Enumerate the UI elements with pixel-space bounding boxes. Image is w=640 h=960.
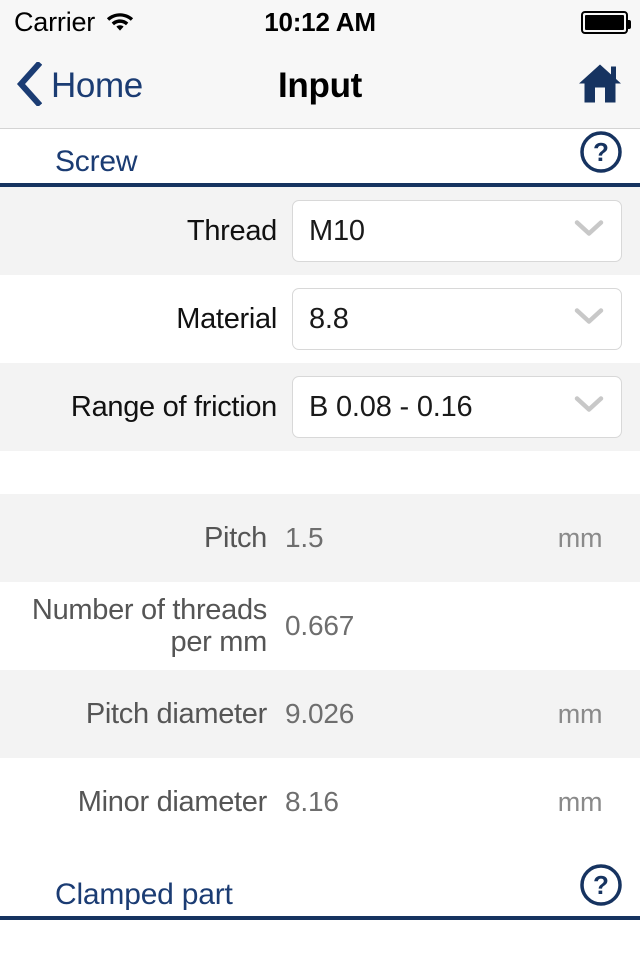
row-label-thread: Thread: [186, 214, 277, 247]
pitch-diameter-unit: mm: [557, 698, 603, 729]
chevron-down-icon: [574, 220, 604, 243]
minor-diameter-unit: mm: [557, 786, 603, 817]
row-control-thread: M10: [292, 200, 640, 262]
row-minor-diameter: Minor diameter 8.16 mm: [0, 758, 640, 846]
chevron-down-icon: [574, 308, 604, 331]
thread-select-value: M10: [309, 214, 365, 247]
status-bar: Carrier 10:12 AM: [0, 0, 640, 44]
row-pitch-diameter: Pitch diameter 9.026 mm: [0, 670, 640, 758]
row-control-number-of-threads-per-mm: 0.667: [282, 610, 640, 642]
row-label-number-of-threads-per-mm: Number of threads per mm: [31, 593, 267, 658]
chevron-down-icon: [574, 396, 604, 419]
thread-select[interactable]: M10: [292, 200, 622, 262]
help-circle-icon[interactable]: ?: [578, 129, 624, 175]
number-of-threads-per-mm-value: 0.667: [285, 610, 355, 641]
row-label-minor-diameter: Minor diameter: [77, 785, 268, 818]
battery-nub: [628, 19, 631, 29]
row-thread: Thread M10: [0, 187, 640, 275]
section-title-clamped-part: Clamped part: [55, 878, 233, 911]
battery-full-icon: [581, 10, 631, 34]
pitch-diameter-value: 9.026: [285, 698, 355, 729]
row-control-pitch-diameter: 9.026 mm: [282, 698, 640, 730]
row-pitch: Pitch 1.5 mm: [0, 494, 640, 582]
row-range-of-friction: Range of friction B 0.08 - 0.16: [0, 363, 640, 451]
row-number-of-threads-per-mm: Number of threads per mm 0.667: [0, 582, 640, 670]
material-select-value: 8.8: [309, 302, 349, 335]
status-bar-right: [581, 0, 631, 44]
row-label-pitch: Pitch: [204, 521, 267, 554]
range-of-friction-select[interactable]: B 0.08 - 0.16: [292, 376, 622, 438]
nav-bar: Home Input: [0, 44, 640, 129]
svg-text:?: ?: [593, 137, 609, 167]
chevron-left-icon: [16, 60, 43, 111]
row-label-material: Material: [176, 302, 277, 335]
input-form: Screw ? Thread M10 Material 8.8 Range of…: [0, 129, 640, 959]
home-button[interactable]: [578, 63, 622, 110]
row-label-pitch-diameter: Pitch diameter: [85, 697, 267, 730]
status-bar-time: 10:12 AM: [264, 6, 376, 37]
row-control-pitch: 1.5 mm: [282, 522, 640, 554]
section-gap: [0, 451, 640, 494]
row-control-material: 8.8: [292, 288, 640, 350]
material-select[interactable]: 8.8: [292, 288, 622, 350]
battery-fill: [585, 14, 624, 30]
pitch-value: 1.5: [285, 522, 324, 553]
section-gap-2: [0, 846, 640, 862]
row-label-range-of-friction: Range of friction: [70, 390, 277, 423]
range-of-friction-select-value: B 0.08 - 0.16: [309, 390, 473, 423]
help-circle-icon[interactable]: ?: [578, 862, 624, 908]
section-header-screw: Screw ?: [0, 129, 640, 187]
app-screen: Carrier 10:12 AM Home Input Screw ? Thre…: [0, 0, 640, 960]
row-control-range-of-friction: B 0.08 - 0.16: [292, 376, 640, 438]
pitch-unit: mm: [557, 522, 603, 553]
section-header-clamped-part: Clamped part ?: [0, 862, 640, 920]
row-control-minor-diameter: 8.16 mm: [282, 786, 640, 818]
row-material: Material 8.8: [0, 275, 640, 363]
svg-text:?: ?: [593, 870, 609, 900]
minor-diameter-value: 8.16: [285, 786, 339, 817]
back-button-label: Home: [51, 66, 143, 105]
section-title-screw: Screw: [55, 145, 138, 178]
back-button[interactable]: Home: [0, 60, 143, 111]
home-icon: [578, 63, 622, 110]
